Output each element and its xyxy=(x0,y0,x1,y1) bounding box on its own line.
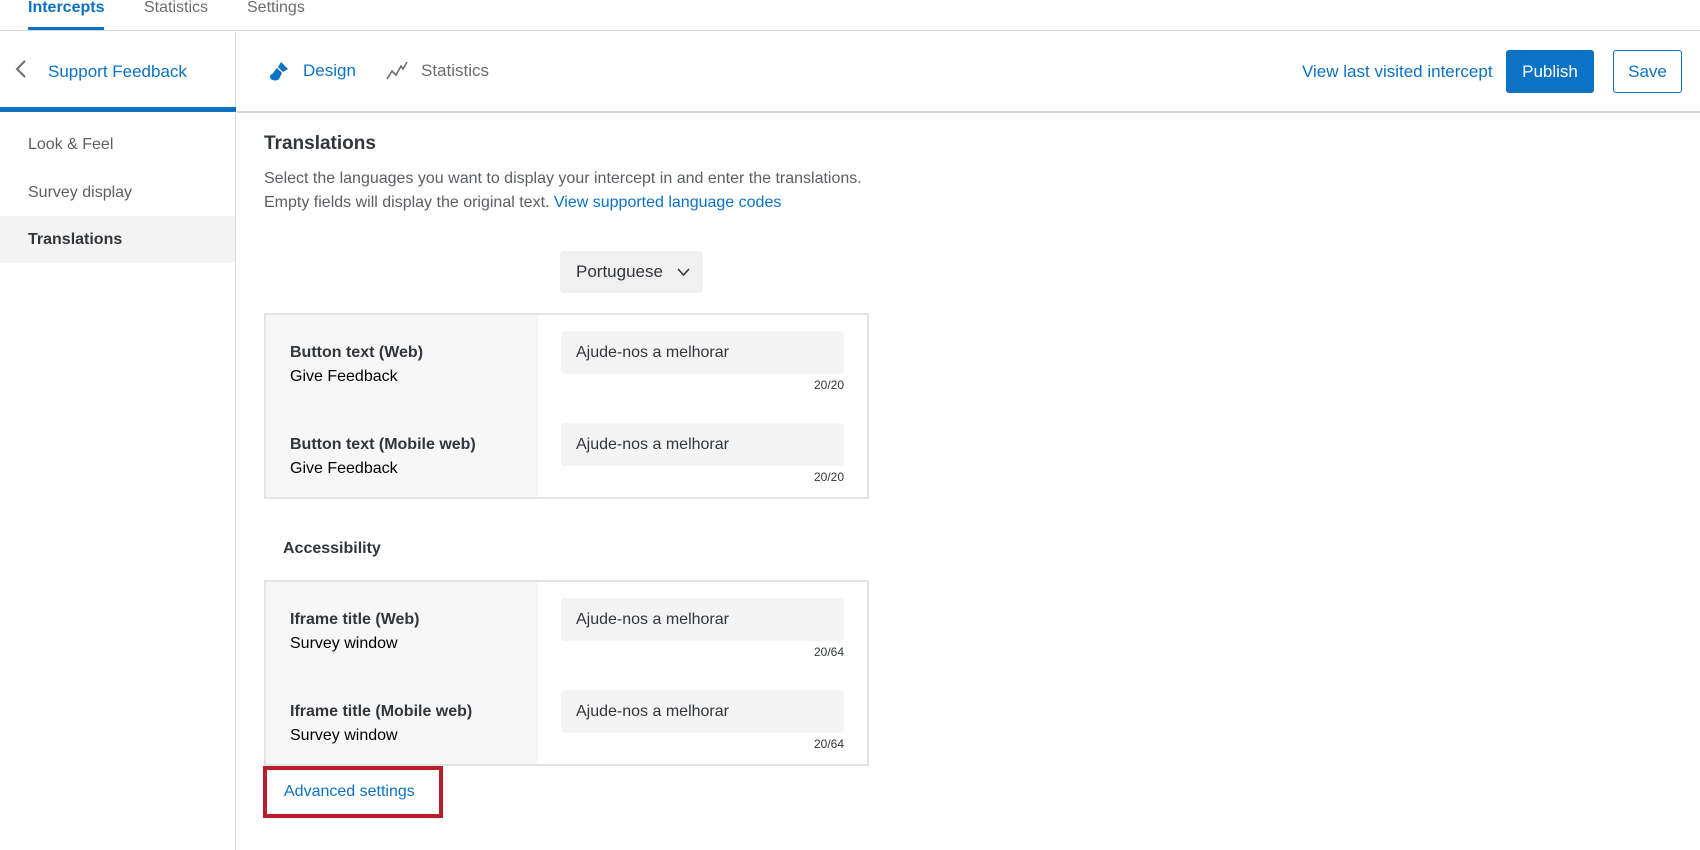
row-original-text: Give Feedback xyxy=(290,367,398,385)
translation-row: Iframe title (Web) Survey window 20/64 xyxy=(266,582,867,674)
translation-input[interactable] xyxy=(561,690,844,733)
sidebar-item-look-feel[interactable]: Look & Feel xyxy=(0,121,235,168)
row-title: Iframe title (Web) xyxy=(290,611,420,628)
language-select[interactable]: Portuguese xyxy=(560,251,703,293)
row-title: Button text (Web) xyxy=(290,344,424,361)
character-count: 20/20 xyxy=(813,378,844,392)
back-link-label: Support Feedback xyxy=(48,61,187,81)
editor-header: Design Statistics View last visited inte… xyxy=(237,32,1700,113)
row-title: Button text (Mobile web) xyxy=(290,436,476,453)
tab-design[interactable]: Design xyxy=(267,59,356,83)
accessibility-panel: Iframe title (Web) Survey window 20/64 I… xyxy=(264,580,869,766)
tab-intercepts[interactable]: Intercepts xyxy=(28,0,105,30)
row-label: Button text (Web) Give Feedback xyxy=(290,341,423,388)
row-label: Button text (Mobile web) Give Feedback xyxy=(290,433,476,480)
tab-settings[interactable]: Settings xyxy=(247,0,305,30)
character-count: 20/20 xyxy=(813,470,844,484)
translation-input[interactable] xyxy=(561,423,844,466)
line-chart-icon xyxy=(385,59,409,83)
sidebar-header: Support Feedback xyxy=(0,32,236,112)
translation-row: Button text (Mobile web) Give Feedback 2… xyxy=(266,407,867,499)
save-button[interactable]: Save xyxy=(1613,50,1682,93)
sidebar-item-translations[interactable]: Translations xyxy=(0,216,235,263)
tab-design-label: Design xyxy=(303,61,356,80)
chevron-left-icon xyxy=(14,59,28,84)
row-original-text: Survey window xyxy=(290,634,398,652)
tab-editor-statistics-label: Statistics xyxy=(421,61,490,80)
sidebar: Support Feedback Look & Feel Survey disp… xyxy=(0,32,236,850)
row-original-text: Survey window xyxy=(290,726,398,744)
translation-row: Iframe title (Mobile web) Survey window … xyxy=(266,674,867,766)
advanced-settings-label: Advanced settings xyxy=(284,783,415,800)
publish-button[interactable]: Publish xyxy=(1506,50,1594,93)
section-description: Select the languages you want to display… xyxy=(264,167,864,214)
view-last-visited-link[interactable]: View last visited intercept xyxy=(1302,62,1493,82)
tab-statistics[interactable]: Statistics xyxy=(144,0,208,30)
accessibility-heading: Accessibility xyxy=(283,540,381,557)
row-title: Iframe title (Mobile web) xyxy=(290,703,473,720)
row-original-text: Give Feedback xyxy=(290,459,398,477)
back-link[interactable]: Support Feedback xyxy=(14,59,187,84)
page-title: Translations xyxy=(264,133,376,154)
translation-input[interactable] xyxy=(561,331,844,374)
button-text-panel: Button text (Web) Give Feedback 20/20 Bu… xyxy=(264,313,869,499)
paintbrush-icon xyxy=(267,59,291,83)
supported-language-codes-link[interactable]: View supported language codes xyxy=(554,194,781,211)
row-label: Iframe title (Mobile web) Survey window xyxy=(290,700,472,747)
language-select-value: Portuguese xyxy=(576,262,663,281)
character-count: 20/64 xyxy=(813,737,844,751)
translation-row: Button text (Web) Give Feedback 20/20 xyxy=(266,315,867,407)
character-count: 20/64 xyxy=(813,645,844,659)
advanced-settings-link[interactable]: Advanced settings xyxy=(263,766,443,818)
translation-input[interactable] xyxy=(561,598,844,641)
sidebar-item-survey-display[interactable]: Survey display xyxy=(0,169,235,216)
row-label: Iframe title (Web) Survey window xyxy=(290,608,420,655)
tab-editor-statistics[interactable]: Statistics xyxy=(385,59,489,83)
top-tab-bar: Intercepts Statistics Settings xyxy=(0,0,1700,31)
